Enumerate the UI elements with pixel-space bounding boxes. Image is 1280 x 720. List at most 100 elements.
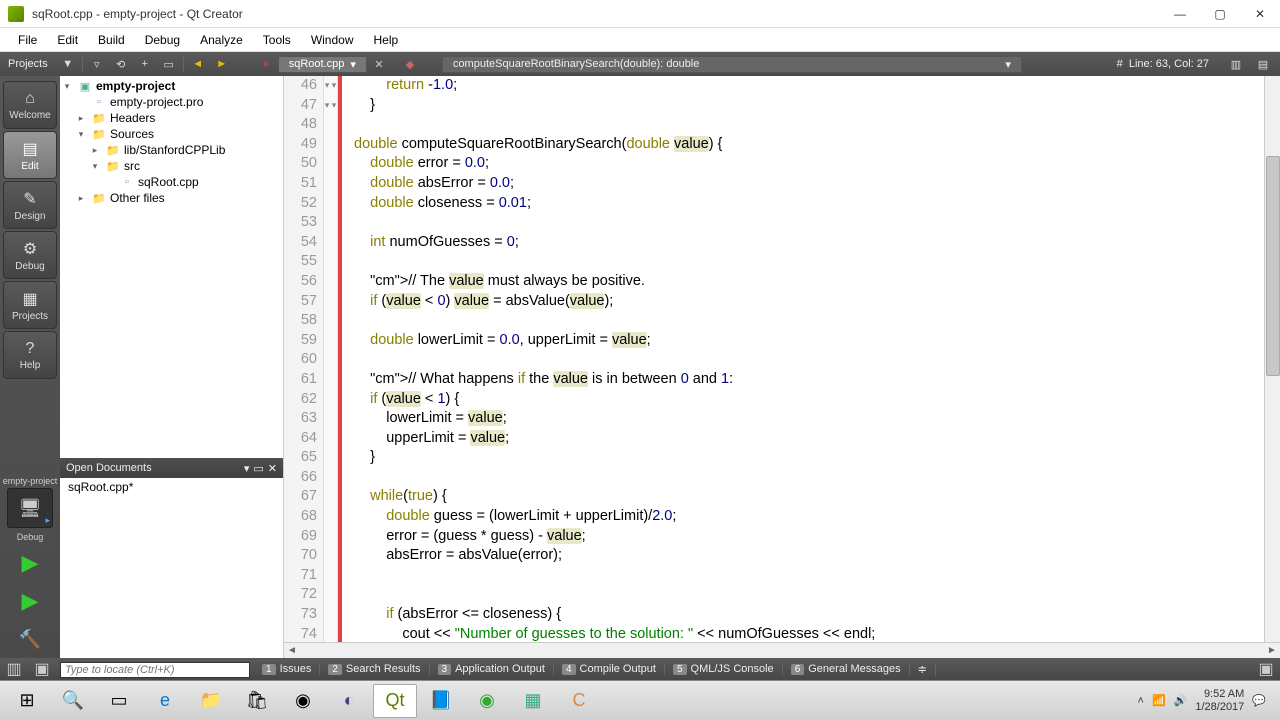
tray-up-icon[interactable]: ˄ (1138, 695, 1144, 707)
breadcrumb-icon: ◆ (401, 55, 419, 73)
nav-forward-icon[interactable]: ► (213, 55, 231, 73)
mode-projects[interactable]: ▦Projects (3, 281, 57, 329)
split-h-icon[interactable]: ▥ (1227, 55, 1245, 73)
clock[interactable]: 9:52 AM 1/28/2017 (1195, 688, 1244, 714)
system-tray[interactable]: ˄ 📶 🔊 9:52 AM 1/28/2017 💬 (1128, 688, 1276, 714)
dropdown-icon[interactable]: ▼ (59, 55, 77, 73)
side-panel: ▾▣empty-project ▫empty-project.pro ▸📁Hea… (60, 76, 284, 658)
camtasia-icon[interactable]: C (557, 684, 601, 718)
tree-lib-folder[interactable]: ▸📁lib/StanfordCPPLib (60, 142, 283, 158)
close-panel-icon[interactable]: ✕ (268, 462, 277, 475)
notifications-icon[interactable]: 💬 (1252, 694, 1266, 707)
tree-headers[interactable]: ▸📁Headers (60, 110, 283, 126)
qtcreator-icon[interactable]: Qt (373, 684, 417, 718)
debug-run-button[interactable]: ▶ (7, 583, 53, 619)
vertical-scrollbar[interactable] (1264, 76, 1280, 642)
tree-src-folder[interactable]: ▾📁src (60, 158, 283, 174)
scrollbar-thumb[interactable] (1266, 156, 1280, 376)
tree-other[interactable]: ▸📁Other files (60, 190, 283, 206)
mode-help[interactable]: ?Help (3, 331, 57, 379)
chrome-icon[interactable]: ◉ (281, 684, 325, 718)
run-button[interactable]: ▶ (7, 545, 53, 581)
edge-icon[interactable]: e (143, 684, 187, 718)
tree-pro-file[interactable]: ▫empty-project.pro (60, 94, 283, 110)
menu-edit[interactable]: Edit (47, 33, 88, 47)
kit-selector[interactable]: 🖥 ▸ (7, 488, 53, 528)
open-docs-header: Open Documents ▾ ▭ ✕ (60, 458, 283, 478)
menu-file[interactable]: File (8, 33, 47, 47)
progress-icon[interactable]: ▣ (1256, 659, 1276, 679)
app-icon-2[interactable]: ◉ (465, 684, 509, 718)
scroll-right-icon[interactable]: ► (1264, 643, 1280, 658)
cpp-file-icon: ▫ (119, 175, 135, 189)
line-col-indicator[interactable]: # Line: 63, Col: 27 (1107, 58, 1219, 70)
nav-back-icon[interactable]: ◄ (189, 55, 207, 73)
filter-icon[interactable]: ▿ (88, 55, 106, 73)
tab-close-icon[interactable]: ✕ (370, 55, 388, 73)
split-icon[interactable]: ▭ (160, 55, 178, 73)
locator-input[interactable] (60, 660, 250, 678)
menu-tools[interactable]: Tools (253, 33, 301, 47)
status-general[interactable]: 6General Messages (783, 663, 910, 675)
build-button[interactable]: 🔨 (7, 621, 53, 657)
status-issues[interactable]: 1Issues (254, 663, 320, 675)
open-docs-list[interactable]: sqRoot.cpp* (60, 478, 283, 658)
add-icon[interactable]: + (136, 55, 154, 73)
sync-icon[interactable]: ⟲ (112, 55, 130, 73)
app-icon-3[interactable]: ▦ (511, 684, 555, 718)
mode-edit[interactable]: ▤Edit (3, 131, 57, 179)
menu-analyze[interactable]: Analyze (190, 33, 253, 47)
mode-design[interactable]: ✎Design (3, 181, 57, 229)
locator-field[interactable] (60, 662, 250, 678)
store-icon[interactable]: 🛍 (235, 684, 279, 718)
tree-sources[interactable]: ▾📁Sources (60, 126, 283, 142)
search-icon[interactable]: 🔍 (51, 684, 95, 718)
folder-icon: 📁 (105, 143, 121, 157)
status-compile[interactable]: 4Compile Output (554, 663, 665, 675)
status-expand-icon[interactable]: ≑ (910, 663, 936, 676)
menu-help[interactable]: Help (364, 33, 409, 47)
tree-root[interactable]: ▾▣empty-project (60, 78, 283, 94)
task-view-icon[interactable]: ▭ (97, 684, 141, 718)
scroll-left-icon[interactable]: ◄ (284, 643, 300, 658)
toolbar: Projects ▼ ▿ ⟲ + ▭ ◄ ► ● sqRoot.cpp ▾ ✕ … (0, 52, 1280, 76)
output-toggle-icon[interactable]: ▣ (32, 659, 52, 679)
code-lines[interactable]: return -1.0; } double computeSquareRootB… (342, 76, 1264, 642)
minimize-button[interactable]: — (1160, 0, 1200, 28)
menu-window[interactable]: Window (301, 33, 364, 47)
sidebar-toggle-icon[interactable]: ▥ (4, 659, 24, 679)
menu-debug[interactable]: Debug (135, 33, 190, 47)
tree-srcfile[interactable]: ▫sqRoot.cpp (60, 174, 283, 190)
explorer-icon[interactable]: 📁 (189, 684, 233, 718)
mode-debug[interactable]: ⚙Debug (3, 231, 57, 279)
close-button[interactable]: ✕ (1240, 0, 1280, 28)
split-v-icon[interactable]: ▤ (1254, 55, 1272, 73)
volume-icon[interactable]: 🔊 (1174, 694, 1188, 707)
code-area[interactable]: 46 47 48 49 50 51 52 53 54 55 56 57 58 5… (284, 76, 1280, 642)
status-appout[interactable]: 3Application Output (430, 663, 554, 675)
status-search[interactable]: 2Search Results (320, 663, 429, 675)
mode-welcome[interactable]: ⌂Welcome (3, 81, 57, 129)
projects-selector[interactable]: Projects (0, 58, 56, 70)
editor-tab[interactable]: sqRoot.cpp ▾ (278, 56, 367, 73)
status-qml[interactable]: 5QML/JS Console (665, 663, 783, 675)
project-tree[interactable]: ▾▣empty-project ▫empty-project.pro ▸📁Hea… (60, 76, 283, 458)
statusbar: ▥ ▣ 1Issues 2Search Results 3Application… (0, 658, 1280, 680)
editor: 46 47 48 49 50 51 52 53 54 55 56 57 58 5… (284, 76, 1280, 658)
split-icon[interactable]: ▭ (253, 462, 263, 475)
menu-build[interactable]: Build (88, 33, 135, 47)
home-icon: ⌂ (25, 90, 35, 108)
maximize-button[interactable]: ▢ (1200, 0, 1240, 28)
mode-bar: ⌂Welcome ▤Edit ✎Design ⚙Debug ▦Projects … (0, 76, 60, 658)
start-button[interactable]: ⊞ (5, 684, 49, 718)
tab-dropdown-icon[interactable]: ▾ (350, 58, 356, 71)
app-icon-1[interactable]: 📘 (419, 684, 463, 718)
fold-gutter[interactable]: ▾ ▾ ▾ ▾ (324, 76, 338, 642)
open-doc-item[interactable]: sqRoot.cpp* (60, 478, 283, 496)
horizontal-scrollbar[interactable]: ◄ ► (284, 642, 1280, 658)
eclipse-icon[interactable]: ◐ (327, 684, 371, 718)
dropdown-icon[interactable]: ▾ (244, 462, 250, 475)
symbol-breadcrumb[interactable]: computeSquareRootBinarySearch(double): d… (442, 56, 1022, 73)
wifi-icon[interactable]: 📶 (1152, 694, 1166, 707)
monitor-icon: 🖥 (19, 498, 42, 519)
